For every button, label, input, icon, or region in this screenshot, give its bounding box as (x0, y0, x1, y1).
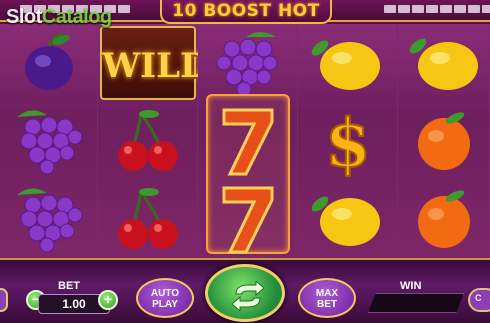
lemon-icon (398, 24, 489, 102)
reel-3 (198, 24, 298, 260)
reel-2: WILD (98, 24, 210, 260)
seven-icon (198, 180, 297, 258)
auto-play-label-2: PLAY (152, 299, 178, 310)
max-bet-label-2: BET (317, 299, 337, 310)
max-bet-label-1: MAX (315, 288, 339, 299)
credit-button[interactable]: C (468, 288, 490, 312)
spin-button[interactable] (205, 264, 285, 322)
reels-area: WILD $ (0, 24, 490, 260)
win-display (368, 293, 464, 313)
watermark-text-a: Slot (6, 6, 42, 28)
cherries-icon (98, 180, 197, 258)
grapes-icon (0, 180, 97, 258)
reel-5 (398, 24, 490, 260)
game-title-plate: 10 BOOST HOT (160, 0, 332, 24)
orange-icon (398, 180, 489, 258)
plum-icon (0, 24, 97, 102)
auto-play-label-1: AUTO (150, 288, 180, 299)
reel-1 (0, 24, 98, 260)
slot-game-screen: 10 BOOST HOT WILD $ SlotCatalog BET − 1.… (0, 0, 490, 323)
grapes-icon (198, 24, 297, 102)
watermark-text-b: Catalog (41, 6, 112, 28)
auto-play-button[interactable]: AUTO PLAY (136, 278, 194, 318)
grapes-icon (0, 102, 97, 180)
right-indicator-dots (384, 5, 490, 15)
max-bet-button[interactable]: MAX BET (298, 278, 356, 318)
control-panel: BET − 1.00 + AUTO PLAY MAX BET WIN C (0, 258, 490, 323)
dollar-icon: $ (298, 102, 397, 180)
lemon-icon (298, 180, 397, 258)
wild-frame: WILD (100, 26, 210, 100)
menu-button[interactable] (0, 288, 8, 312)
seven-icon (198, 102, 297, 180)
spin-arrows-icon (231, 281, 265, 311)
win-label: WIN (400, 280, 422, 292)
cherries-icon (98, 102, 197, 180)
bet-increase-button[interactable]: + (98, 290, 118, 310)
svg-text:$: $ (325, 104, 371, 178)
watermark-logo: SlotCatalog (6, 6, 112, 29)
wild-label: WILD (102, 46, 210, 86)
orange-icon (398, 102, 489, 180)
wild-symbol: WILD (98, 24, 210, 102)
bet-label: BET (58, 280, 80, 292)
game-title: 10 BOOST HOT (172, 1, 320, 21)
reel-4: $ (298, 24, 398, 260)
credit-label: C (475, 293, 482, 303)
lemon-icon (298, 24, 397, 102)
